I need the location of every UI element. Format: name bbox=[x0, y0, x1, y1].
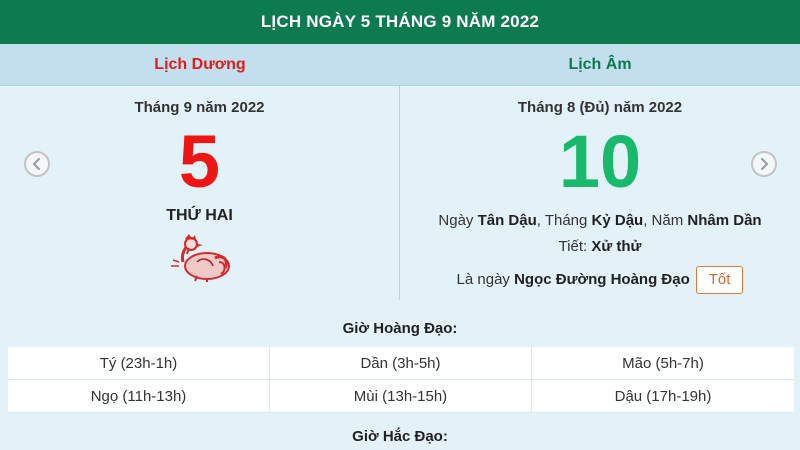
tiet-label: Tiết: bbox=[558, 238, 592, 255]
gio-hac-dao-title: Giờ Hắc Đạo: bbox=[352, 428, 448, 445]
thang-value: Kỷ Dậu bbox=[591, 212, 644, 229]
lunar-day-number: 10 bbox=[558, 120, 642, 203]
solar-weekday: THỨ HAI bbox=[166, 207, 233, 224]
solar-month-year: Tháng 9 năm 2022 bbox=[134, 99, 265, 116]
hour-cell: Mão (5h-7h) bbox=[532, 347, 794, 380]
good-day-badge: Tốt bbox=[695, 266, 744, 295]
lunar-panel: Tháng 8 (Đủ) năm 2022 10 Ngày Tân Dậu, T… bbox=[400, 86, 800, 300]
hour-cell: Mùi (13h-15h) bbox=[270, 380, 532, 413]
la-ngay-label: Là ngày bbox=[456, 271, 515, 288]
solar-day-number: 5 bbox=[178, 120, 221, 203]
nam-value: Nhâm Dần bbox=[687, 212, 762, 229]
hour-cell: Tý (23h-1h) bbox=[8, 347, 270, 380]
day-quality-line: Là ngày Ngọc Đường Hoàng Đạo Tốt bbox=[400, 265, 800, 295]
ngay-label: Ngày bbox=[438, 212, 478, 229]
tiet-value: Xử thử bbox=[591, 238, 642, 255]
gio-hoang-dao-table: Tý (23h-1h) Dần (3h-5h) Mão (5h-7h) Ngọ … bbox=[8, 347, 794, 413]
chevron-right-icon bbox=[761, 158, 768, 170]
gio-hoang-dao-title: Giờ Hoàng Đạo: bbox=[342, 320, 458, 337]
solar-calendar-title: Lịch Dương bbox=[154, 56, 246, 73]
solar-panel: Tháng 9 năm 2022 5 THỨ HAI bbox=[0, 86, 400, 300]
hour-cell: Dậu (17h-19h) bbox=[532, 380, 794, 413]
ngay-value: Tân Dậu bbox=[477, 212, 537, 229]
thang-label: , Tháng bbox=[536, 212, 592, 229]
nam-label: , Năm bbox=[643, 212, 688, 229]
la-ngay-value: Ngọc Đường Hoàng Đạo bbox=[514, 271, 690, 288]
tiet-line: Tiết: Xử thử bbox=[400, 238, 800, 255]
lunar-calendar-title: Lịch Âm bbox=[568, 56, 632, 73]
hour-cell: Dần (3h-5h) bbox=[270, 347, 532, 380]
calendar-panels: Tháng 9 năm 2022 5 THỨ HAI Tháng 8 (Đủ) … bbox=[0, 86, 800, 300]
rooster-icon bbox=[171, 234, 230, 282]
calendar-column-headers: Lịch Dương Lịch Âm bbox=[0, 44, 800, 86]
lunar-can-chi-line: Ngày Tân Dậu, Tháng Kỷ Dậu, Năm Nhâm Dần bbox=[400, 212, 800, 229]
page-title: LỊCH NGÀY 5 THÁNG 9 NĂM 2022 bbox=[260, 12, 540, 31]
lunar-month-year: Tháng 8 (Đủ) năm 2022 bbox=[517, 99, 683, 116]
next-day-button[interactable] bbox=[751, 151, 777, 177]
hour-cell: Ngọ (11h-13h) bbox=[8, 380, 270, 413]
page-header: LỊCH NGÀY 5 THÁNG 9 NĂM 2022 bbox=[0, 0, 800, 44]
